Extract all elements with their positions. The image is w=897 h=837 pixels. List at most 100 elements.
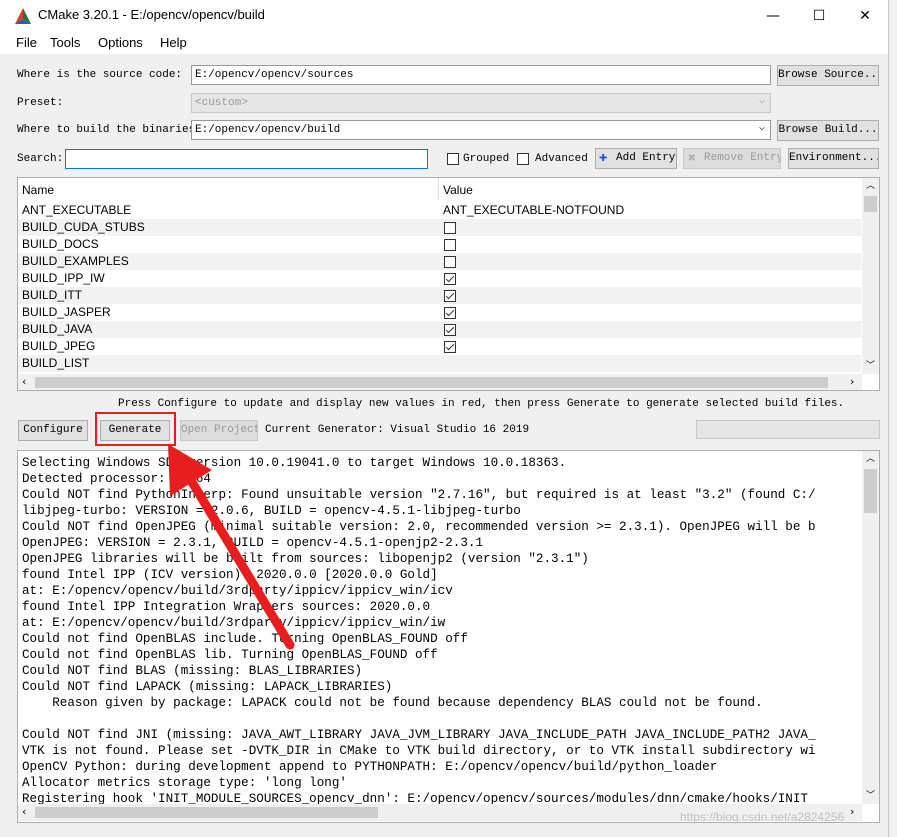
value-checkbox[interactable] [444,256,456,268]
remove-icon: ✖ [688,151,696,166]
log-line: Could NOT find LAPACK (missing: LAPACK_L… [22,680,393,694]
advanced-label: Advanced [535,153,588,165]
table-cell-name: BUILD_ITT [22,288,83,302]
table-row[interactable]: BUILD_JAVA [18,321,861,338]
remove-entry-button[interactable]: ✖ Remove Entry [683,148,781,169]
output-scroll-thumb[interactable] [864,469,877,513]
table-cell-name: ANT_EXECUTABLE [22,203,132,217]
grouped-checkbox[interactable] [447,153,459,165]
chevron-down-icon: ⌵ [758,123,765,134]
cache-table: Name Value ANT_EXECUTABLE ANT_EXECUTABLE-… [17,177,880,391]
chevron-down-icon: ⌵ [758,96,765,107]
menu-options[interactable]: Options [98,35,143,50]
scroll-up-icon: ︿ [866,181,876,191]
log-line: Could NOT find BLAS (missing: BLAS_LIBRA… [22,664,363,678]
configure-button[interactable]: Configure [18,420,88,441]
table-row[interactable]: BUILD_LIST [18,355,861,372]
output-vertical-scrollbar[interactable]: ︿ ﹀ [862,451,879,804]
table-cell-name: BUILD_JASPER [22,305,111,319]
table-row[interactable]: BUILD_EXAMPLES [18,253,861,270]
table-row[interactable]: BUILD_JASPER [18,304,861,321]
build-path-input[interactable]: E:/opencv/opencv/build ⌵ [191,120,771,140]
remove-entry-label: Remove Entry [704,152,781,164]
preset-value: <custom> [195,97,248,109]
menu-file[interactable]: File [16,35,37,50]
close-icon: ✕ [859,8,871,24]
environment-button[interactable]: Environment... [788,148,879,169]
table-cell-name: BUILD_EXAMPLES [22,254,129,268]
table-row[interactable]: BUILD_DOCS [18,236,861,253]
table-cell-name: BUILD_CUDA_STUBS [22,220,145,234]
log-line: Allocator metrics storage type: 'long lo… [22,776,347,790]
maximize-button[interactable]: ☐ [796,0,842,32]
source-path-input[interactable]: E:/opencv/opencv/sources [191,65,771,85]
minimize-icon: — [766,8,780,24]
annotation-arrow-icon [168,444,295,650]
grouped-label: Grouped [463,153,510,165]
column-header-name[interactable]: Name [18,178,439,200]
generate-button[interactable]: Generate [100,420,170,441]
scroll-left-icon: ‹ [22,805,27,818]
build-path-value: E:/opencv/opencv/build [195,124,341,136]
output-hscroll-thumb[interactable] [35,807,378,818]
scroll-up-icon: ︿ [866,454,876,464]
value-checkbox[interactable] [444,290,456,302]
table-horizontal-scrollbar[interactable]: ‹ › [18,374,862,390]
plus-icon: ✚ [599,150,608,166]
search-label: Search: [17,153,64,165]
search-input[interactable] [65,149,428,169]
progress-bar [696,420,880,439]
minimize-button[interactable]: — [750,0,796,32]
table-row[interactable]: BUILD_JPEG [18,338,861,355]
cmake-window: CMake 3.20.1 - E:/opencv/opencv/build — … [0,0,889,837]
table-cell-name: BUILD_JPEG [22,339,96,353]
table-row[interactable]: BUILD_IPP_IW [18,270,861,287]
table-row[interactable]: BUILD_ITT [18,287,861,304]
log-line: Could NOT find JNI (missing: JAVA_AWT_LI… [22,728,816,742]
table-vertical-scrollbar[interactable]: ︿ ﹀ [862,178,879,374]
add-entry-label: Add Entry [616,152,676,164]
add-entry-button[interactable]: ✚ Add Entry [595,148,677,169]
scroll-down-icon: ﹀ [866,791,876,801]
title-bar: CMake 3.20.1 - E:/opencv/opencv/build — … [0,0,888,32]
column-header-value[interactable]: Value [439,178,861,200]
scroll-left-icon: ‹ [22,375,27,388]
build-label: Where to build the binaries: [17,124,202,136]
menu-help[interactable]: Help [160,35,187,50]
table-cell-name: BUILD_JAVA [22,322,93,336]
advanced-checkbox[interactable] [517,153,529,165]
value-checkbox[interactable] [444,222,456,234]
log-line: Could NOT find PythonInterp: Found unsui… [22,488,816,502]
table-row[interactable]: BUILD_CUDA_STUBS [18,219,861,236]
value-checkbox[interactable] [444,324,456,336]
window-title: CMake 3.20.1 - E:/opencv/opencv/build [38,7,265,22]
close-button[interactable]: ✕ [842,0,888,32]
table-row[interactable]: ANT_EXECUTABLE ANT_EXECUTABLE-NOTFOUND [18,202,861,219]
table-cell-value: ANT_EXECUTABLE-NOTFOUND [443,203,625,217]
menu-tools[interactable]: Tools [50,35,80,50]
browse-build-button[interactable]: Browse Build... [777,120,879,141]
menu-bar: File Tools Options Help [0,32,888,54]
browse-source-button[interactable]: Browse Source... [777,65,879,86]
table-cell-name: BUILD_DOCS [22,237,99,251]
source-label: Where is the source code: [17,69,183,81]
preset-select: <custom> ⌵ [191,93,771,113]
open-project-button[interactable]: Open Project [180,420,258,441]
output-log[interactable]: Selecting Windows SDK version 10.0.19041… [17,450,880,823]
table-cell-name: BUILD_IPP_IW [22,271,105,285]
scroll-right-icon: › [850,805,855,818]
value-checkbox[interactable] [444,307,456,319]
scroll-right-icon: › [850,375,855,388]
value-checkbox[interactable] [444,273,456,285]
preset-label: Preset: [17,97,64,109]
maximize-icon: ☐ [812,8,826,24]
table-scroll-thumb[interactable] [864,196,877,212]
log-line: VTK is not found. Please set -DVTK_DIR i… [22,744,816,758]
value-checkbox[interactable] [444,341,456,353]
table-cell-name: BUILD_LIST [22,356,90,370]
table-hscroll-thumb[interactable] [35,377,828,388]
cmake-logo-icon [15,8,31,24]
log-line: OpenCV Python: during development append… [22,760,718,774]
current-generator-label: Current Generator: Visual Studio 16 2019 [265,424,530,436]
value-checkbox[interactable] [444,239,456,251]
